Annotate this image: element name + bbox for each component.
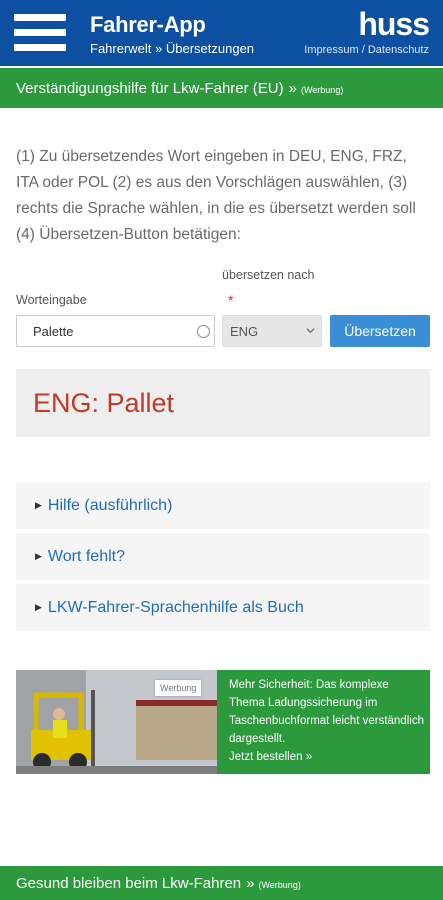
language-select[interactable]: ENG bbox=[222, 315, 322, 347]
word-input-label: Worteingabe bbox=[16, 293, 87, 307]
word-input-value: Palette bbox=[33, 323, 74, 339]
app-title: Fahrer-App bbox=[90, 12, 206, 37]
breadcrumb[interactable]: Fahrerwelt » Übersetzungen bbox=[90, 41, 254, 56]
caret-right-icon: ▶ bbox=[35, 500, 42, 510]
chevron-down-icon bbox=[306, 328, 315, 334]
banner-gesund-bleiben[interactable]: Gesund bleiben beim Lkw-Fahren » (Werbun… bbox=[0, 866, 443, 900]
impressum-link[interactable]: Impressum / Datenschutz bbox=[304, 44, 429, 56]
word-input[interactable]: Palette bbox=[16, 315, 215, 347]
promo-description: Mehr Sicherheit: Das komplexe Thema Ladu… bbox=[229, 679, 424, 745]
banner-arrow: » bbox=[246, 874, 255, 892]
required-mark: * bbox=[228, 292, 234, 308]
accordion-wort-fehlt[interactable]: ▶ Wort fehlt? bbox=[16, 533, 430, 580]
banner-arrow: » bbox=[288, 79, 297, 97]
loading-spinner-icon bbox=[197, 325, 210, 338]
promo-werbung-tag: Werbung bbox=[155, 680, 202, 696]
promo-text: Mehr Sicherheit: Das komplexe Thema Ladu… bbox=[229, 676, 427, 766]
forklift-image: Werbung bbox=[16, 670, 217, 774]
menu-icon[interactable] bbox=[14, 14, 66, 52]
accordion-label: Wort fehlt? bbox=[47, 547, 125, 565]
app-header: Fahrer-App Fahrerwelt » Übersetzungen hu… bbox=[0, 0, 443, 66]
translation-result: ENG: Pallet bbox=[16, 369, 430, 437]
target-language-label: übersetzen nach bbox=[222, 268, 315, 282]
promo-cta[interactable]: Jetzt bestellen » bbox=[229, 748, 427, 766]
banner-verstaendigungshilfe[interactable]: Verständigungshilfe für Lkw-Fahrer (EU) … bbox=[0, 68, 443, 108]
accordion-buch[interactable]: ▶ LKW-Fahrer-Sprachenhilfe als Buch bbox=[16, 584, 430, 631]
banner-label: Gesund bleiben beim Lkw-Fahren bbox=[16, 874, 242, 892]
language-select-value: ENG bbox=[230, 323, 259, 339]
caret-right-icon: ▶ bbox=[35, 602, 42, 612]
translation-result-text: ENG: Pallet bbox=[33, 387, 175, 418]
banner-werbung-tag: (Werbung) bbox=[258, 879, 301, 890]
accordion-hilfe[interactable]: ▶ Hilfe (ausführlich) bbox=[16, 482, 430, 529]
caret-right-icon: ▶ bbox=[35, 551, 42, 561]
banner-werbung-tag: (Werbung) bbox=[300, 84, 344, 95]
accordion-label: Hilfe (ausführlich) bbox=[47, 496, 173, 514]
banner-label: Verständigungshilfe für Lkw-Fahrer (EU) bbox=[16, 79, 284, 97]
instructions-text: (1) Zu übersetzendes Wort eingeben in DE… bbox=[16, 148, 416, 243]
translate-button[interactable]: Übersetzen bbox=[330, 315, 430, 347]
huss-logo[interactable]: huss bbox=[358, 6, 430, 43]
accordion-label: LKW-Fahrer-Sprachenhilfe als Buch bbox=[47, 598, 304, 616]
promo-ad[interactable]: Werbung Mehr Sicherheit: Das komplexe Th… bbox=[16, 670, 430, 774]
